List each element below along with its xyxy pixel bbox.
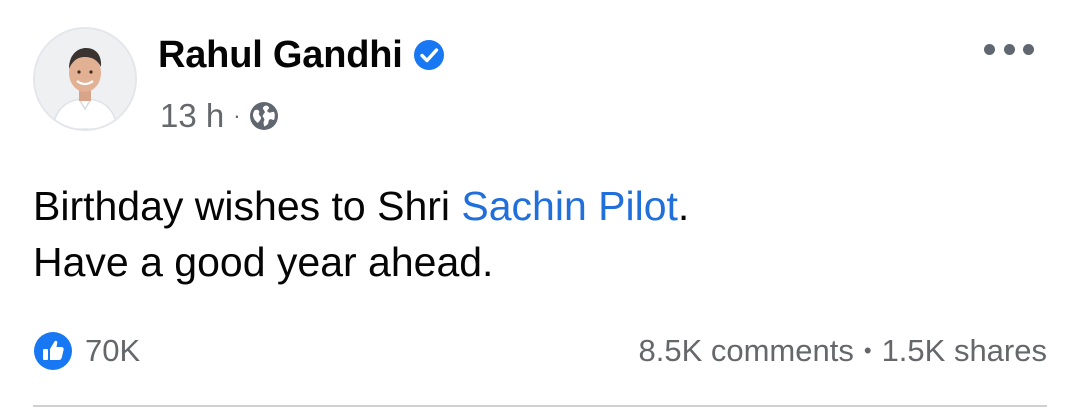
avatar-photo [35, 29, 135, 129]
author-avatar[interactable] [33, 27, 137, 131]
stats-separator: • [863, 338, 872, 363]
post-text-prefix: Birthday wishes to Shri [33, 183, 462, 229]
shares-count[interactable]: 1.5K shares [882, 333, 1047, 369]
reactions-summary[interactable]: 70K [33, 327, 140, 375]
mention-link[interactable]: Sachin Pilot [461, 183, 678, 229]
meta-separator: · [233, 103, 241, 128]
more-options-icon[interactable] [984, 37, 1034, 61]
globe-icon[interactable] [249, 101, 279, 131]
divider [33, 405, 1047, 407]
verified-badge-icon [413, 39, 445, 71]
comment-share-stats: 8.5K comments • 1.5K shares [638, 327, 1047, 375]
more-dot [984, 43, 995, 55]
post-meta: 13 h · [160, 94, 279, 138]
reaction-count: 70K [85, 333, 141, 368]
post-text: Birthday wishes to Shri Sachin Pilot. Ha… [33, 178, 689, 290]
author-header: Rahul Gandhi [158, 30, 445, 80]
post-timestamp[interactable]: 13 h [160, 97, 224, 135]
post-text-line-2: Have a good year ahead. [33, 239, 494, 285]
more-dot [1023, 43, 1034, 55]
post-text-line-1: Birthday wishes to Shri Sachin Pilot. [33, 178, 689, 234]
author-name[interactable]: Rahul Gandhi [158, 34, 403, 77]
feed-post: Rahul Gandhi 13 h · Birthday wishes to S… [0, 0, 1080, 412]
comments-count[interactable]: 8.5K comments [638, 333, 853, 369]
more-dot [1003, 43, 1015, 55]
engagement-bar: 70K 8.5K comments • 1.5K shares [33, 327, 1047, 375]
post-text-suffix: . [677, 183, 690, 229]
like-icon [33, 331, 73, 371]
